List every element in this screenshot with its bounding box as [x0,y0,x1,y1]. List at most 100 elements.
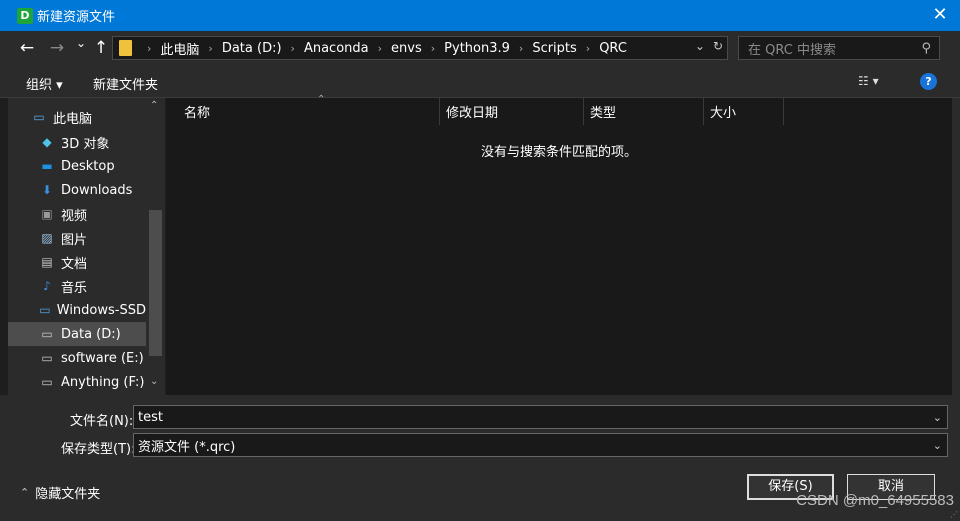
organize-menu[interactable]: 组织 ▾ [26,74,63,93]
toolbar: 组织 ▾ 新建文件夹 ☷ ▾ ? [0,65,960,98]
breadcrumb-item[interactable]: Python3.9 [444,41,510,56]
filetype-value: 资源文件 (*.qrc) [138,439,236,455]
search-box[interactable]: 在 QRC 中搜索 ⚲ [738,36,940,60]
chevron-up-icon: ⌃ [20,486,30,499]
nav-item-label: 视频 [61,208,88,224]
save-options-panel: 文件名(N): test ⌄ 保存类型(T): 资源文件 (*.qrc) ⌄ ⌃… [0,395,960,521]
breadcrumb-item[interactable]: QRC [599,41,627,56]
nav-item[interactable]: ▬ Desktop [8,154,146,178]
nav-item-label: Desktop [61,158,115,174]
computer-icon: ▭ [33,110,45,124]
up-button[interactable]: ↑ [91,38,111,58]
nav-scrollbar[interactable]: ⌃ ⌄ [147,98,164,395]
search-input[interactable]: 在 QRC 中搜索 [748,39,921,58]
nav-item[interactable]: ▤ 文档 [8,250,146,274]
breadcrumb-item[interactable]: envs [391,41,422,56]
windows-drive-icon: ▭ [39,303,51,317]
column-size-label: 大小 [710,106,737,121]
drive-icon: ▭ [41,327,53,341]
filetype-label: 保存类型(T): [61,442,136,457]
nav-item[interactable]: ▭ Data (D:) [8,322,146,346]
nav-item[interactable]: ▭ Anything (F:) [8,370,146,394]
documents-icon: ▤ [41,255,53,269]
nav-item-label: 音乐 [61,280,88,296]
back-button[interactable]: ← [17,38,37,58]
filename-label: 文件名(N): [70,414,134,429]
column-modified-label: 修改日期 [446,106,499,121]
address-bar-row: ← → ⌄ ↑ › 此电脑 › Data (D:) › Anaconda › envs › Pyt… [0,31,960,65]
nav-item[interactable]: ⬇ Downloads [8,178,146,202]
breadcrumb-separator-icon[interactable]: › [431,42,435,55]
resize-grip-icon[interactable]: ⋰ [950,510,958,519]
title-bar: D 新建资源文件 ✕ [0,0,960,31]
videos-icon: ▣ [41,207,53,221]
nav-item[interactable]: ▭ software (E:) [8,346,146,370]
drive-icon: ▭ [41,351,53,365]
nav-item[interactable]: ▣ 视频 [8,202,146,226]
chevron-down-icon[interactable]: ⌄ [933,439,942,452]
recent-locations-button[interactable]: ⌄ [71,36,91,50]
nav-item[interactable]: ◆ 3D 对象 [8,130,146,154]
pictures-icon: ▨ [41,231,53,245]
hide-folders-button[interactable]: ⌃ 隐藏文件夹 [20,483,100,502]
nav-item-label: 此电脑 [53,111,93,127]
breadcrumb-separator-icon[interactable]: › [208,42,212,55]
column-modified[interactable]: 修改日期 [440,98,584,125]
nav-item[interactable]: ▭ 此电脑 [8,105,146,129]
column-size[interactable]: 大小 [704,98,784,125]
drive-icon: ▭ [41,375,53,389]
address-field[interactable]: › 此电脑 › Data (D:) › Anaconda › envs › Python3.9 › S… [112,36,728,60]
desktop-icon: ▬ [41,159,53,173]
filename-field[interactable]: test ⌄ [133,405,948,429]
nav-item-label: 3D 对象 [61,136,110,152]
music-icon: ♪ [43,279,51,293]
nav-item-label: Windows-SSD [56,302,146,318]
breadcrumb-item[interactable]: Data (D:) [222,41,282,56]
filetype-select[interactable]: 资源文件 (*.qrc) ⌄ [133,433,948,457]
refresh-icon[interactable]: ↻ [713,39,723,53]
nav-item-label: 文档 [61,256,88,272]
nav-item[interactable]: ▨ 图片 [8,226,146,250]
view-options-icon[interactable]: ☷ ▾ [858,74,879,88]
help-icon[interactable]: ? [920,73,937,90]
column-type-label: 类型 [590,106,617,121]
3d-objects-icon: ◆ [42,135,52,149]
search-icon[interactable]: ⚲ [921,41,931,56]
nav-item-label: Data (D:) [61,326,121,342]
breadcrumb-separator-icon[interactable]: › [519,42,523,55]
breadcrumb-item[interactable]: Anaconda [304,41,369,56]
column-name-label: 名称 [184,106,211,121]
nav-item-label: 图片 [61,232,88,248]
empty-message: 没有与搜索条件匹配的项。 [480,145,637,160]
downloads-icon: ⬇ [41,183,53,197]
right-border [952,98,960,395]
column-name[interactable]: 名称 ⌃ [178,94,440,125]
close-button[interactable]: ✕ [930,5,950,25]
nav-item-label: software (E:) [61,350,144,366]
file-list: 名称 ⌃ 修改日期 类型 大小 没有与搜索条件匹配的项。 [166,94,952,395]
scroll-thumb[interactable] [149,210,162,356]
watermark: CSDN @m0_64955583 [796,492,954,509]
hide-folders-label: 隐藏文件夹 [35,487,101,502]
forward-button[interactable]: → [47,38,67,58]
nav-item-label: Anything (F:) [61,374,145,390]
breadcrumb-separator-icon[interactable]: › [147,42,151,55]
scroll-up-icon[interactable]: ⌃ [150,100,158,111]
scroll-down-icon[interactable]: ⌄ [150,376,158,387]
window-title: 新建资源文件 [37,10,116,25]
breadcrumb-item[interactable]: Scripts [532,41,576,56]
breadcrumb-item[interactable]: 此电脑 [160,39,199,58]
chevron-down-icon[interactable]: ⌄ [933,411,942,424]
new-folder-button[interactable]: 新建文件夹 [93,74,158,93]
address-dropdown-icon[interactable]: ⌄ [695,39,705,53]
breadcrumb-separator-icon[interactable]: › [291,42,295,55]
nav-item-label: Downloads [61,182,133,198]
sort-ascending-icon: ⌃ [317,94,326,105]
app-icon: D [17,7,33,24]
nav-item[interactable]: ▭ Windows-SSD [8,298,146,322]
breadcrumb-separator-icon[interactable]: › [586,42,590,55]
filename-input[interactable]: test [138,410,933,425]
breadcrumb-separator-icon[interactable]: › [378,42,382,55]
column-type[interactable]: 类型 [584,98,704,125]
nav-item[interactable]: ♪ 音乐 [8,274,146,298]
